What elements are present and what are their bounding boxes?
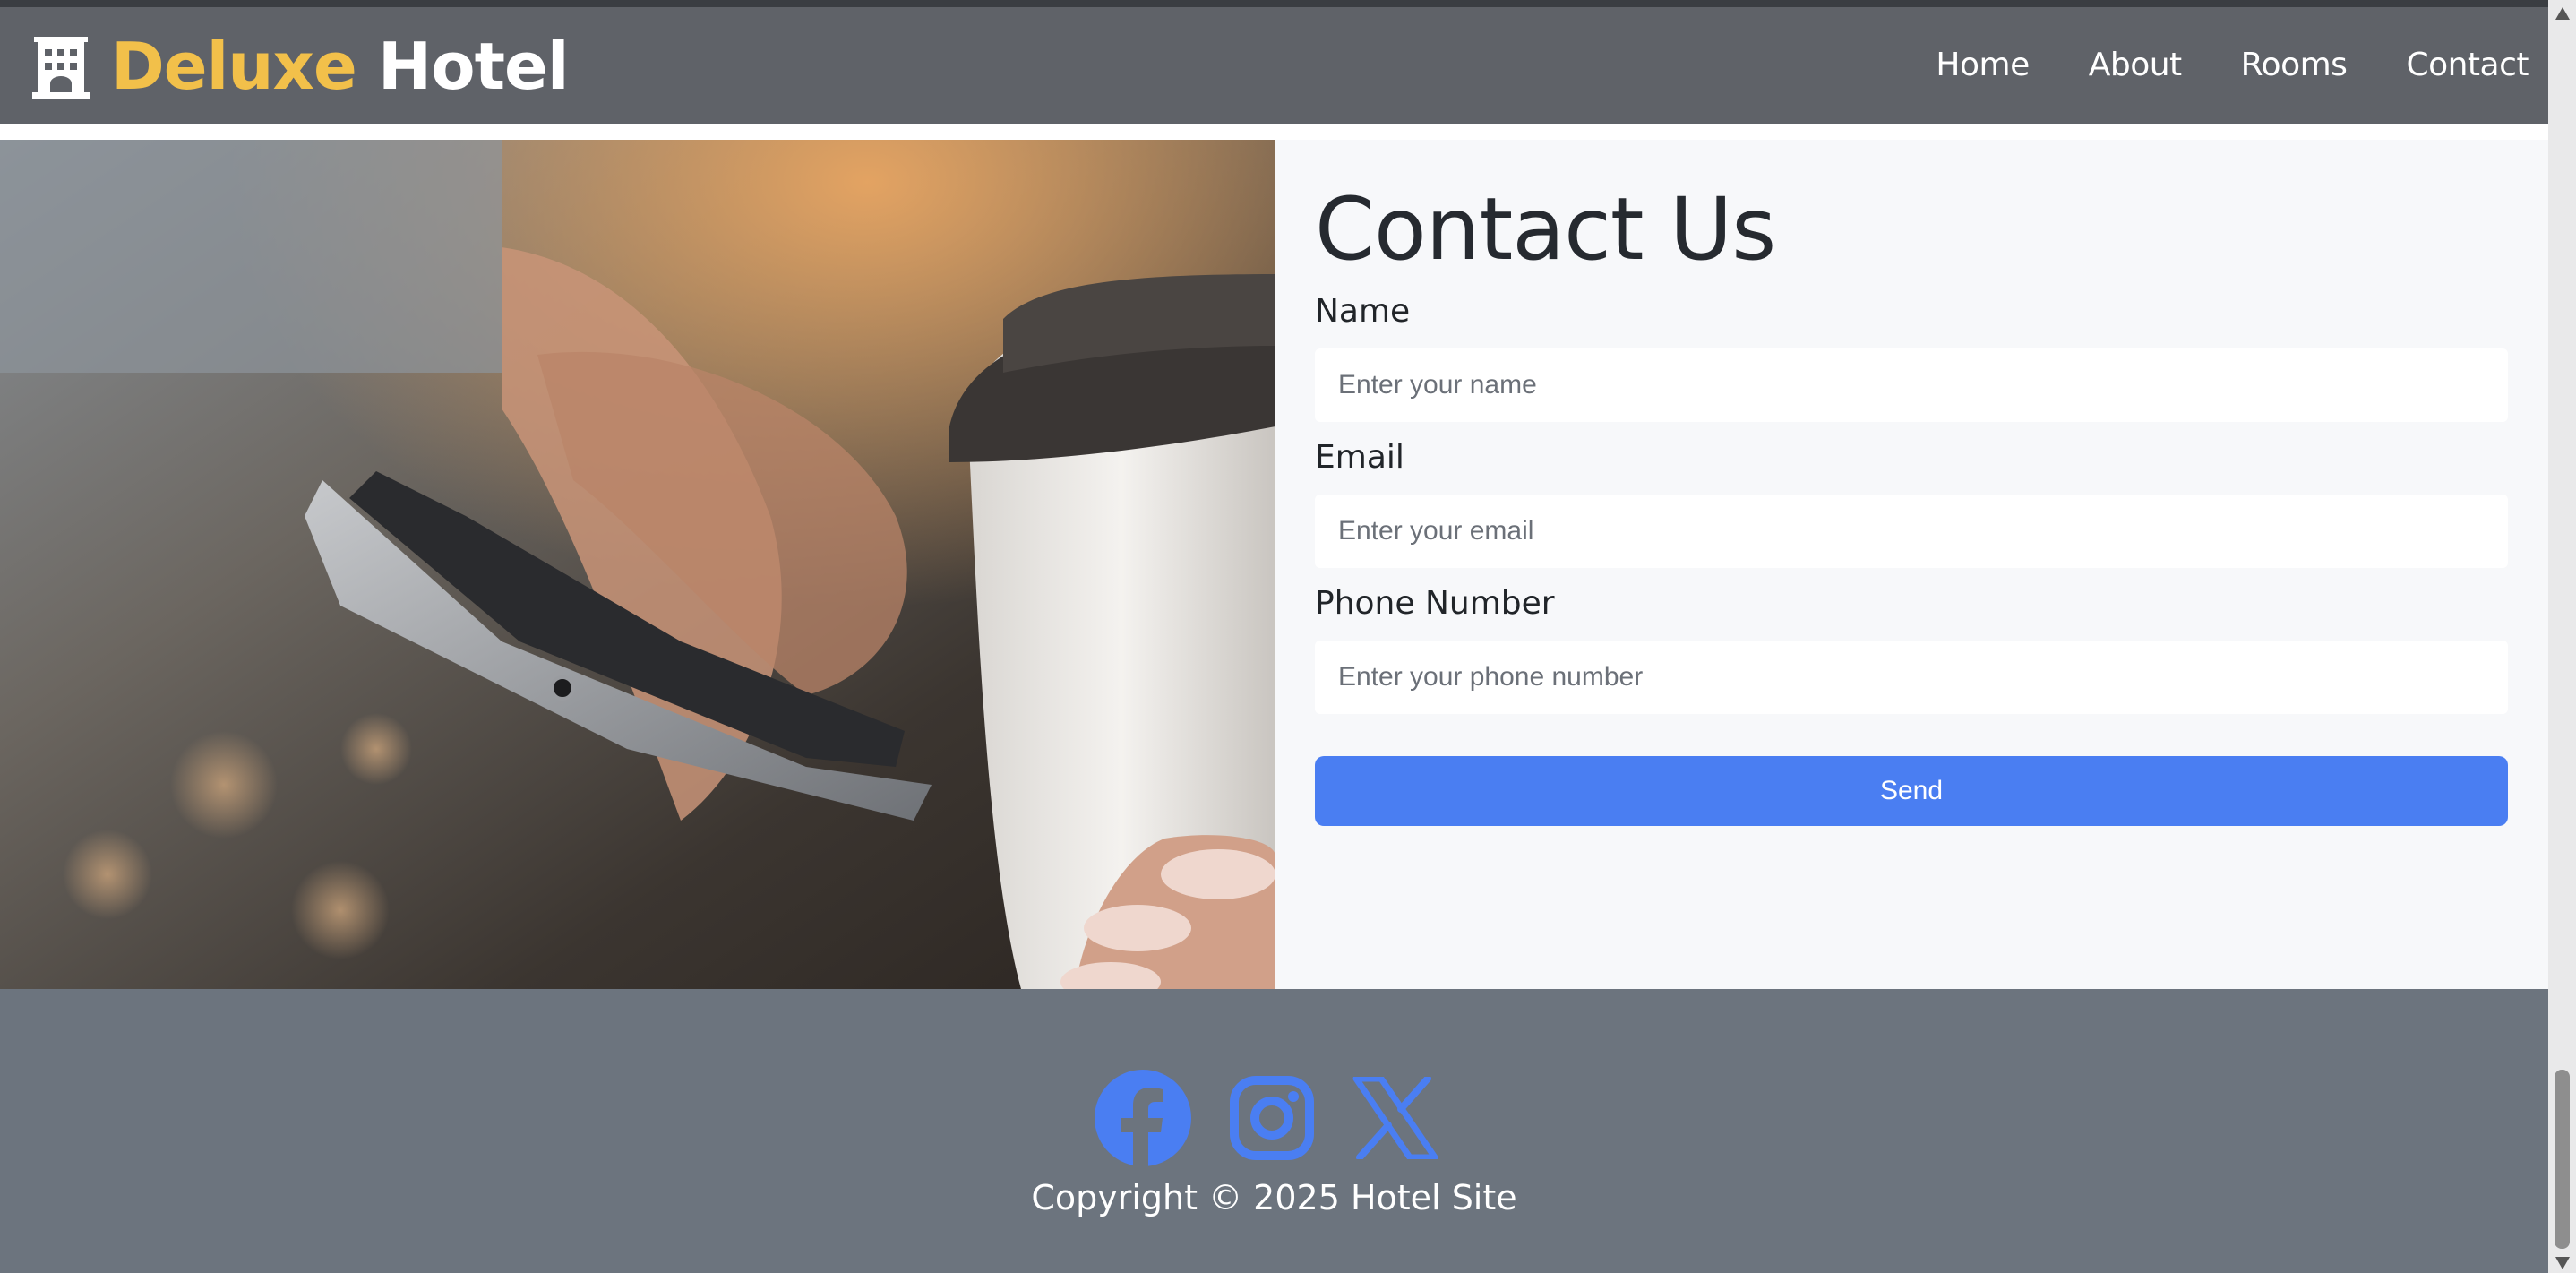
navbar: Deluxe Hotel Home About Rooms Contact [0, 7, 2548, 124]
brand-logo[interactable]: Deluxe Hotel [29, 29, 570, 104]
instagram-icon[interactable] [1229, 1075, 1315, 1161]
scroll-up-arrow-icon[interactable] [2555, 7, 2570, 20]
brand-name-hotel: Hotel [377, 29, 570, 104]
name-label: Name [1315, 293, 1411, 330]
social-links [1095, 1070, 1476, 1166]
contact-title: Contact Us [1315, 179, 1776, 280]
email-label: Email [1315, 439, 1404, 476]
window-top-edge [0, 0, 2576, 7]
send-button[interactable]: Send [1315, 756, 2508, 826]
brand-name: Deluxe Hotel [111, 29, 570, 104]
facebook-icon[interactable] [1095, 1070, 1191, 1166]
nav-link-about[interactable]: About [2089, 45, 2182, 86]
nav-link-home[interactable]: Home [1936, 45, 2030, 86]
contact-photo [0, 140, 1275, 989]
section-divider [0, 124, 2548, 140]
phone-input[interactable] [1315, 641, 2508, 714]
nav-link-contact[interactable]: Contact [2406, 45, 2529, 86]
phone-label: Phone Number [1315, 585, 1555, 622]
nav-links: Home About Rooms Contact [1876, 45, 2529, 86]
scroll-down-arrow-icon[interactable] [2555, 1257, 2570, 1269]
email-input[interactable] [1315, 495, 2508, 568]
name-input[interactable] [1315, 348, 2508, 422]
nav-link-rooms[interactable]: Rooms [2241, 45, 2348, 86]
brand-name-deluxe: Deluxe [111, 29, 357, 104]
x-twitter-icon[interactable] [1352, 1077, 1438, 1159]
hotel-building-icon [29, 33, 93, 99]
footer: Copyright © 2025 Hotel Site [0, 989, 2548, 1273]
scrollbar-thumb[interactable] [2555, 1070, 2570, 1249]
copyright-text: Copyright © 2025 Hotel Site [1031, 1178, 1517, 1217]
scrollbar[interactable] [2548, 0, 2576, 1273]
contact-section: Contact Us Name Email Phone Number Send [1275, 140, 2548, 989]
